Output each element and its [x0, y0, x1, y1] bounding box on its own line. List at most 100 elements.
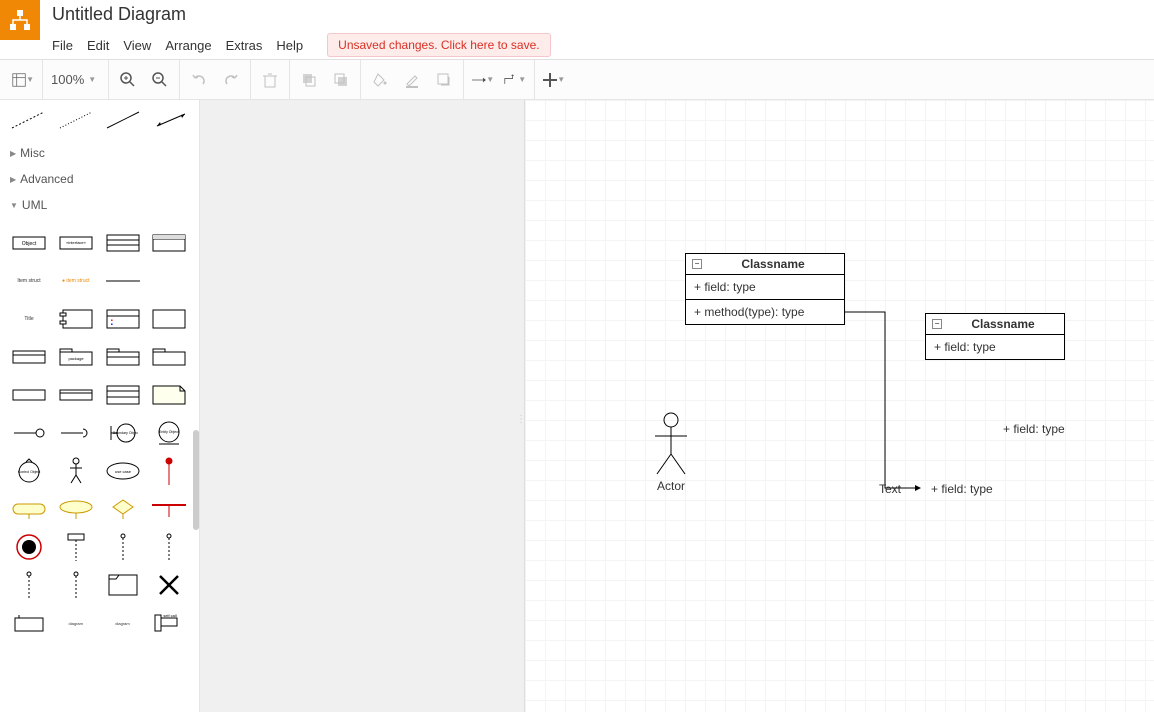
uml-note[interactable]: [150, 380, 188, 410]
floating-field-2[interactable]: + field: type: [931, 482, 993, 496]
shape-dotted-line[interactable]: [56, 106, 96, 134]
workspace: ▶Misc ▶Advanced ▼UML Object «interface» …: [0, 100, 1154, 712]
to-back-icon[interactable]: [330, 69, 352, 91]
toolbar: ▼ 100% ▼ ▼ ▼ ▼: [0, 60, 1154, 100]
menu-help[interactable]: Help: [276, 38, 303, 53]
uml-control-object[interactable]: Control Object: [10, 456, 48, 486]
uml-lifeline-start[interactable]: [150, 456, 188, 486]
uml-class-4[interactable]: [150, 228, 188, 258]
uml-final[interactable]: [10, 532, 48, 562]
delete-icon[interactable]: [259, 69, 281, 91]
uml-lifeline-plain[interactable]: [10, 570, 48, 600]
uml-rect-1[interactable]: [10, 380, 48, 410]
to-front-icon[interactable]: [298, 69, 320, 91]
uml-activity-wide[interactable]: [57, 494, 95, 524]
waypoints-icon[interactable]: ▼: [504, 69, 526, 91]
uml-fork[interactable]: [150, 494, 188, 524]
app-logo[interactable]: [0, 0, 40, 40]
fill-color-icon[interactable]: [369, 69, 391, 91]
undo-icon[interactable]: [188, 69, 210, 91]
collapse-icon[interactable]: −: [692, 259, 702, 269]
uml-rect-2[interactable]: [57, 380, 95, 410]
uml-item-1[interactable]: Item struct: [10, 266, 48, 296]
uml-diagram-2[interactable]: diagram: [104, 608, 142, 638]
sidebar-scrollbar[interactable]: [193, 430, 199, 530]
category-advanced[interactable]: ▶Advanced: [0, 166, 199, 192]
redo-icon[interactable]: [220, 69, 242, 91]
svg-text:self call: self call: [164, 614, 177, 618]
shadow-icon[interactable]: [433, 69, 455, 91]
uml-class-5[interactable]: [104, 380, 142, 410]
canvas[interactable]: −Classname + field: type + method(type):…: [525, 100, 1154, 712]
view-grid-icon[interactable]: ▼: [12, 69, 34, 91]
menu-extras[interactable]: Extras: [226, 38, 263, 53]
uml-class-3[interactable]: [104, 228, 142, 258]
connection-icon[interactable]: ▼: [472, 69, 494, 91]
insert-icon[interactable]: ▼: [543, 69, 565, 91]
uml-object[interactable]: Object: [10, 228, 48, 258]
class1-method[interactable]: + method(type): type: [686, 300, 844, 324]
shape-line[interactable]: [104, 106, 144, 134]
uml-required-interface[interactable]: [57, 418, 95, 448]
menu-edit[interactable]: Edit: [87, 38, 109, 53]
uml-class-1[interactable]: −Classname + field: type + method(type):…: [685, 253, 845, 325]
uml-self-call[interactable]: self call: [150, 608, 188, 638]
uml-decision[interactable]: [104, 494, 142, 524]
uml-actor[interactable]: [57, 456, 95, 486]
uml-component[interactable]: [57, 304, 95, 334]
uml-activity[interactable]: [10, 494, 48, 524]
edge-1-label[interactable]: Text: [879, 482, 901, 496]
uml-package-3[interactable]: [150, 342, 188, 372]
uml-frame-2[interactable]: [104, 570, 142, 600]
uml-spacer[interactable]: [150, 266, 188, 296]
uml-interface[interactable]: «interface»: [57, 228, 95, 258]
document-title[interactable]: Untitled Diagram: [52, 4, 551, 25]
actor-label: Actor: [651, 479, 691, 493]
menu-view[interactable]: View: [123, 38, 151, 53]
uml-title[interactable]: Title: [10, 304, 48, 334]
uml-block[interactable]: [10, 342, 48, 372]
uml-package[interactable]: package: [57, 342, 95, 372]
uml-lifeline-dot[interactable]: [104, 532, 142, 562]
uml-divider[interactable]: [104, 266, 142, 296]
shape-bidir-arrow[interactable]: [151, 106, 191, 134]
uml-destroy[interactable]: [150, 570, 188, 600]
uml-diagram[interactable]: diagram: [57, 608, 95, 638]
uml-lifeline-2[interactable]: [57, 570, 95, 600]
zoom-in-icon[interactable]: [117, 69, 139, 91]
edge-1[interactable]: [844, 311, 924, 491]
menu-arrange[interactable]: Arrange: [165, 38, 211, 53]
uml-class-colored[interactable]: ■■: [104, 304, 142, 334]
save-warning[interactable]: Unsaved changes. Click here to save.: [327, 33, 550, 57]
svg-text:use case: use case: [114, 469, 131, 474]
line-color-icon[interactable]: [401, 69, 423, 91]
uml-constraint[interactable]: [10, 608, 48, 638]
class2-name: Classname: [948, 317, 1058, 331]
svg-text:package: package: [68, 356, 84, 361]
shape-dashed-line[interactable]: [8, 106, 48, 134]
collapse-icon[interactable]: −: [932, 319, 942, 329]
uml-package-2[interactable]: [104, 342, 142, 372]
uml-frame[interactable]: [150, 304, 188, 334]
uml-provided-interface[interactable]: [10, 418, 48, 448]
category-misc[interactable]: ▶Misc: [0, 140, 199, 166]
uml-lifeline-head[interactable]: [57, 532, 95, 562]
uml-usecase[interactable]: use case: [104, 456, 142, 486]
floating-field-1[interactable]: + field: type: [1003, 422, 1065, 436]
zoom-out-icon[interactable]: [149, 69, 171, 91]
zoom-level[interactable]: 100% ▼: [51, 72, 100, 87]
actor[interactable]: Actor: [651, 412, 691, 493]
shapes-sidebar: ▶Misc ▶Advanced ▼UML Object «interface» …: [0, 100, 200, 712]
class2-field[interactable]: + field: type: [926, 335, 1064, 359]
uml-item-2[interactable]: ● item struct: [57, 266, 95, 296]
uml-entity-object[interactable]: Entity Object: [150, 418, 188, 448]
outline-panel: ⋮⋮: [200, 100, 525, 712]
menu-file[interactable]: File: [52, 38, 73, 53]
svg-text:Object: Object: [22, 241, 37, 247]
header: Untitled Diagram File Edit View Arrange …: [0, 0, 1154, 60]
class1-field[interactable]: + field: type: [686, 275, 844, 300]
category-uml[interactable]: ▼UML: [0, 192, 199, 218]
uml-boundary-object[interactable]: Boundary Object: [104, 418, 142, 448]
uml-class-2[interactable]: −Classname + field: type: [925, 313, 1065, 360]
uml-lifeline-circle[interactable]: [150, 532, 188, 562]
